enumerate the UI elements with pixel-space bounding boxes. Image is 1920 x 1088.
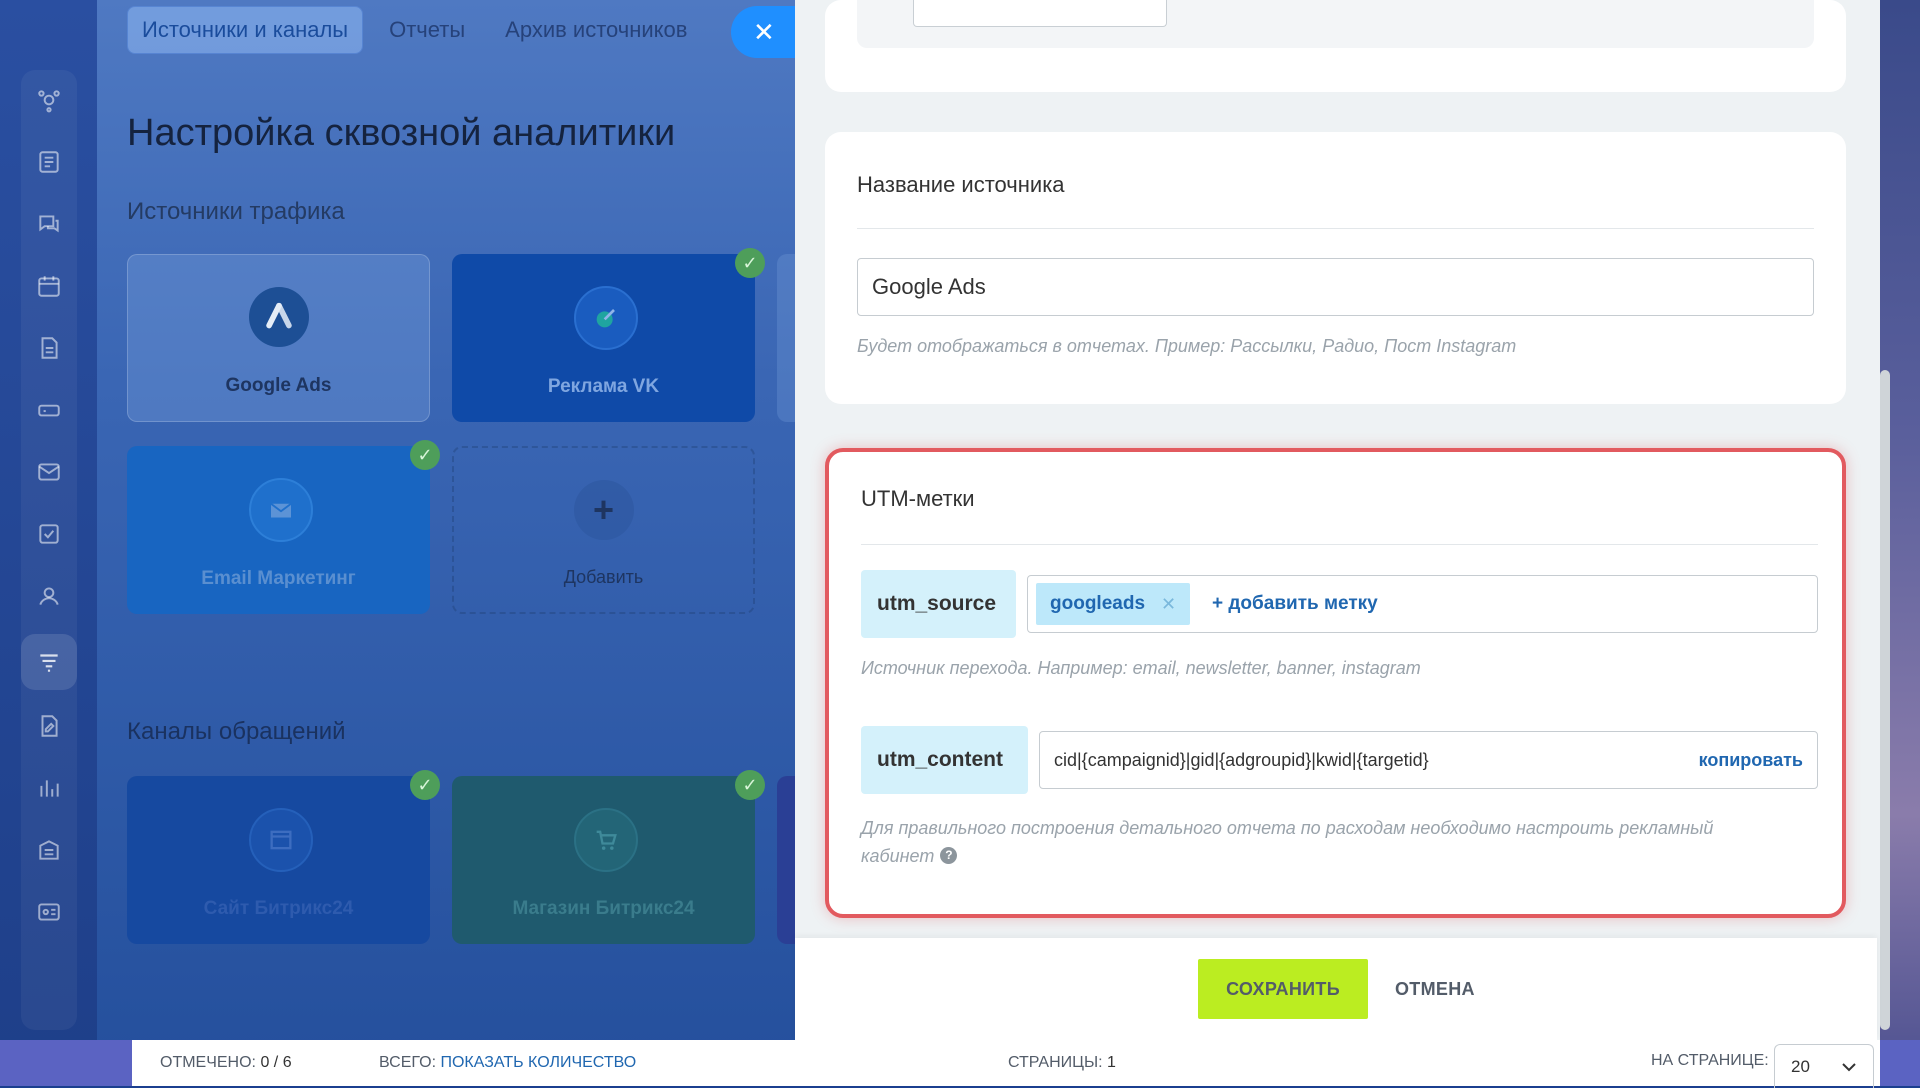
- connected-check-icon: ✓: [410, 440, 440, 470]
- email-marketing-icon: [248, 478, 313, 542]
- utm-content-value: cid|{campaignid}|gid|{adgroupid}|kwid|{t…: [1054, 749, 1429, 770]
- utm-tags-section: UTM-метки utm_source googleads ✕ + добав…: [825, 448, 1846, 918]
- add-source-card[interactable]: + Добавить: [452, 446, 755, 614]
- card-label: Google Ads: [225, 375, 332, 396]
- background-tabs: Источники и каналы Отчеты Архив источник…: [127, 6, 701, 54]
- card-label: Сайт Битрикс24: [203, 898, 354, 919]
- drive-icon[interactable]: [33, 394, 65, 426]
- cancel-button[interactable]: ОТМЕНА: [1395, 959, 1475, 1019]
- background-main: Источники и каналы Отчеты Архив источник…: [97, 0, 795, 1086]
- left-navigation-rail: [0, 0, 97, 1086]
- close-icon: ✕: [753, 16, 775, 47]
- utm-content-hint-text: Для правильного построения детального от…: [861, 818, 1714, 866]
- utm-content-field[interactable]: cid|{campaignid}|gid|{adgroupid}|kwid|{t…: [1039, 731, 1818, 789]
- per-page-label: На странице:: [1651, 1052, 1769, 1069]
- pages-value: 1: [1107, 1054, 1116, 1071]
- pages-count: Страницы: 1: [1008, 1054, 1116, 1072]
- reports-chart-icon[interactable]: [33, 772, 65, 804]
- selected-count: Отмечено: 0 / 6: [160, 1054, 292, 1072]
- utm-source-label: utm_source: [861, 570, 1016, 638]
- help-icon[interactable]: ?: [940, 846, 958, 864]
- connected-check-icon: ✓: [735, 248, 765, 278]
- google-ads-icon: [248, 287, 309, 347]
- utm-content-label: utm_content: [861, 726, 1028, 794]
- utm-content-hint: Для правильного построения детального от…: [861, 814, 1761, 870]
- google-auth-section: [825, 0, 1846, 92]
- selected-value: 0 / 6: [260, 1054, 292, 1071]
- google-auth-box: [857, 0, 1814, 48]
- utm-source-tag-input[interactable]: googleads ✕ + добавить метку: [1027, 575, 1818, 633]
- close-slider-button[interactable]: ✕: [731, 6, 795, 58]
- calendar-icon[interactable]: [33, 270, 65, 302]
- utm-tags-title: UTM-метки: [861, 486, 975, 511]
- section-divider: [861, 544, 1818, 545]
- source-name-section: Название источника Google Ads Будет отоб…: [825, 132, 1846, 404]
- pages-label: Страницы:: [1008, 1054, 1103, 1071]
- source-card-vk-ads[interactable]: Реклама VK ✓: [452, 248, 765, 422]
- source-card-partial[interactable]: [777, 254, 795, 422]
- source-name-title: Название источника: [857, 172, 1065, 197]
- source-card-email-marketing[interactable]: Email Маркетинг ✓: [127, 440, 440, 614]
- mail-icon[interactable]: [33, 456, 65, 488]
- funnel-icon[interactable]: [33, 646, 65, 678]
- channels-heading: Каналы обращений: [127, 718, 346, 745]
- contacts-icon[interactable]: [33, 580, 65, 612]
- panel-scrollbar[interactable]: [1880, 370, 1890, 1030]
- website-icon: [248, 808, 313, 872]
- analytics-icon[interactable]: [33, 84, 65, 116]
- card-label: Добавить: [563, 567, 644, 587]
- source-name-input[interactable]: Google Ads: [857, 258, 1814, 316]
- tab-reports[interactable]: Отчеты: [375, 7, 479, 53]
- grid-footer: Отмечено: 0 / 6 Всего: Показать количест…: [132, 1040, 1880, 1088]
- page-title: Настройка сквозной аналитики: [127, 112, 676, 154]
- edit-document-icon[interactable]: [33, 710, 65, 742]
- save-button[interactable]: СОХРАНИТЬ: [1198, 959, 1368, 1019]
- card-label: Магазин Битрикс24: [512, 898, 695, 919]
- source-name-hint: Будет отображаться в отчетах. Пример: Ра…: [857, 336, 1517, 356]
- utm-source-tag: googleads ✕: [1036, 583, 1191, 625]
- source-card-google-ads[interactable]: Google Ads: [127, 254, 430, 422]
- shopping-cart-icon: [573, 808, 638, 872]
- per-page-select[interactable]: 20: [1774, 1044, 1874, 1088]
- per-page-value: 20: [1791, 1056, 1810, 1076]
- channel-card-bitrix-shop[interactable]: Магазин Битрикс24 ✓: [452, 770, 765, 944]
- chevron-down-icon: [1841, 1057, 1857, 1077]
- id-card-icon[interactable]: [33, 896, 65, 928]
- tasks-icon[interactable]: [33, 518, 65, 550]
- tab-sources-and-channels[interactable]: Источники и каналы: [127, 6, 364, 54]
- channel-card-bitrix-site[interactable]: Сайт Битрикс24 ✓: [127, 770, 440, 944]
- building-icon[interactable]: [33, 834, 65, 866]
- section-divider: [857, 228, 1814, 229]
- traffic-sources-heading: Источники трафика: [127, 198, 345, 225]
- utm-source-hint: Источник перехода. Например: email, news…: [861, 658, 1421, 678]
- remove-tag-icon[interactable]: ✕: [1161, 594, 1176, 615]
- plus-icon: +: [573, 480, 634, 540]
- connected-check-icon: ✓: [735, 770, 765, 800]
- channel-card-partial[interactable]: [777, 776, 795, 944]
- slider-footer: СОХРАНИТЬ ОТМЕНА: [795, 938, 1877, 1040]
- card-label: Email Маркетинг: [201, 568, 356, 589]
- connected-check-icon: ✓: [410, 770, 440, 800]
- add-tag-button[interactable]: + добавить метку: [1212, 576, 1378, 632]
- background-page: Источники и каналы Отчеты Архив источник…: [0, 0, 795, 1086]
- document-icon[interactable]: [33, 332, 65, 364]
- show-count-link[interactable]: Показать количество: [440, 1054, 636, 1071]
- google-login-button[interactable]: [913, 0, 1167, 27]
- tag-label: googleads: [1050, 593, 1146, 614]
- tab-sources-archive[interactable]: Архив источников: [491, 7, 701, 53]
- total-label: Всего:: [379, 1054, 437, 1071]
- copy-button[interactable]: копировать: [1699, 750, 1803, 771]
- total-count: Всего: Показать количество: [379, 1054, 636, 1072]
- feed-icon[interactable]: [33, 146, 65, 178]
- chat-icon[interactable]: [33, 208, 65, 240]
- card-label: Реклама VK: [547, 376, 660, 397]
- selected-label: Отмечено:: [160, 1054, 256, 1071]
- vk-ads-icon: [573, 286, 638, 350]
